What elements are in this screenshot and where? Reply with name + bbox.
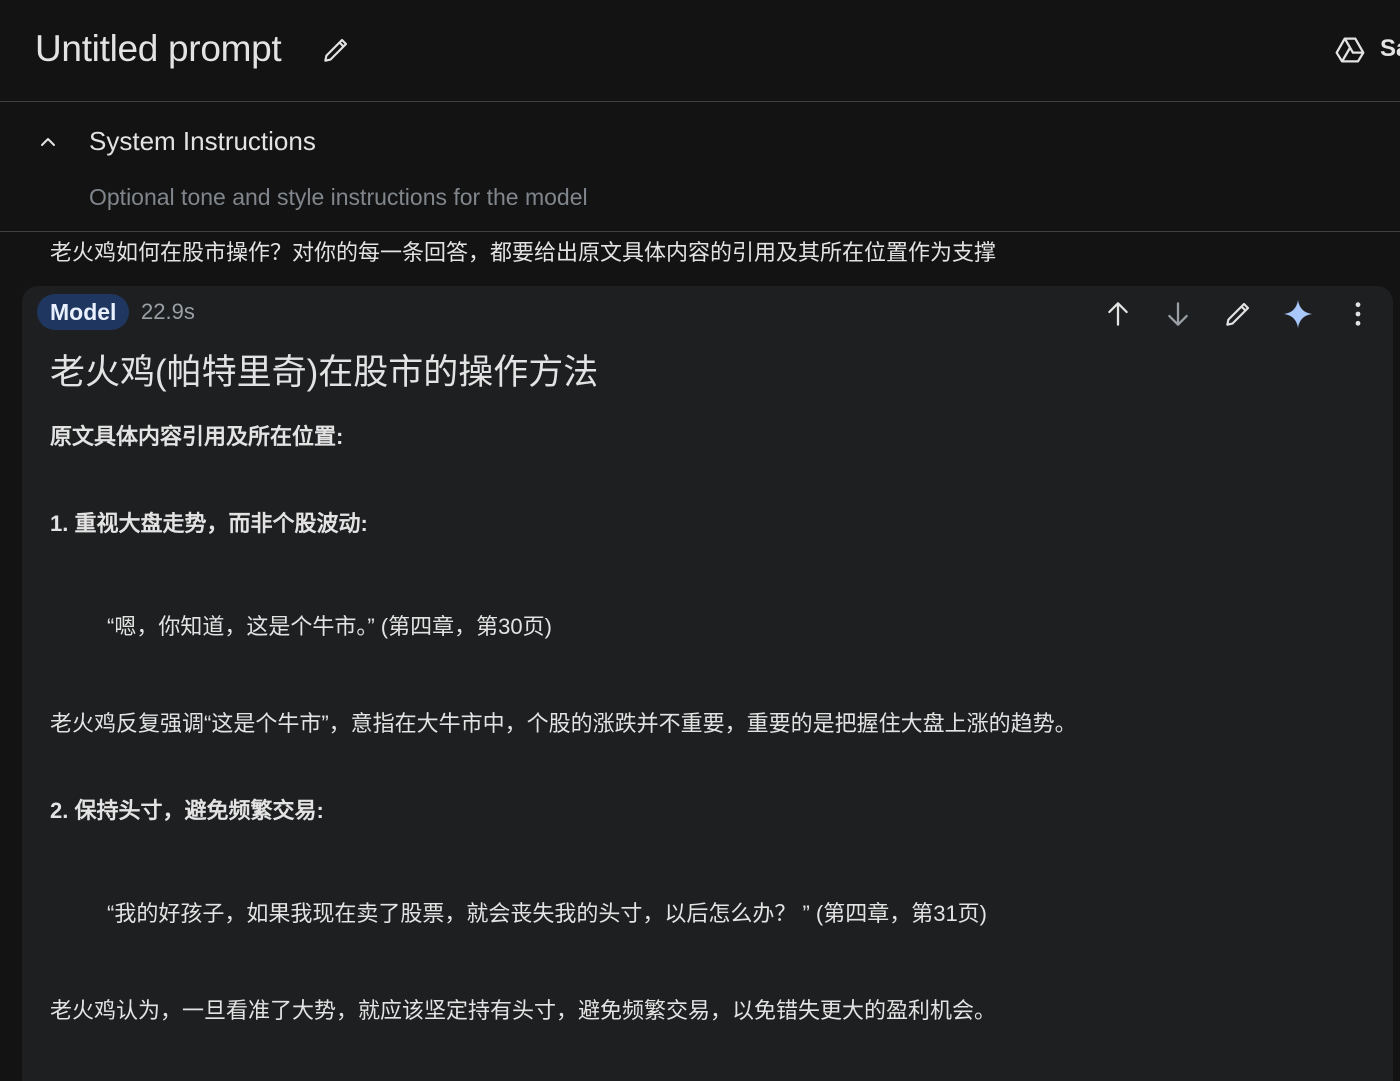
model-badge: Model bbox=[37, 294, 130, 330]
chevron-up-icon[interactable] bbox=[36, 130, 60, 154]
prompt-title[interactable]: Untitled prompt bbox=[35, 26, 282, 72]
pencil-icon[interactable] bbox=[320, 34, 352, 66]
prompt-header: Untitled prompt Sa bbox=[0, 0, 1400, 102]
response-heading: 老火鸡(帕特里奇)在股市的操作方法 bbox=[50, 353, 599, 392]
system-instructions-title[interactable]: System Instructions bbox=[89, 124, 316, 158]
model-response-card: Model 22.9s 老火鸡(帕特里奇)在股市的操作方法 原文具体内容引用及所… bbox=[22, 286, 1393, 1081]
more-vert-icon[interactable] bbox=[1342, 298, 1374, 330]
save-button-label[interactable]: Sa bbox=[1380, 34, 1400, 64]
intro-line: 原文具体内容引用及所在位置: bbox=[50, 424, 344, 449]
drive-icon[interactable] bbox=[1334, 34, 1366, 66]
point-2-quote: “我的好孩子，如果我现在卖了股票，就会丧失我的头寸，以后怎么办？ ” (第四章，… bbox=[107, 901, 988, 926]
response-time: 22.9s bbox=[141, 299, 195, 324]
point-1-explanation: 老火鸡反复强调“这是个牛市”，意指在大牛市中，个股的涨跌并不重要，重要的是把握住… bbox=[50, 711, 1077, 736]
user-message: 老火鸡如何在股市操作？对你的每一条回答，都要给出原文具体内容的引用及其所在位置作… bbox=[50, 240, 997, 265]
system-instructions-panel: System Instructions Optional tone and st… bbox=[0, 102, 1400, 232]
system-instructions-input[interactable]: Optional tone and style instructions for… bbox=[89, 182, 588, 212]
point-2-explanation: 老火鸡认为，一旦看准了大势，就应该坚定持有头寸，避免频繁交易，以免错失更大的盈利… bbox=[50, 998, 997, 1023]
sparkle-icon[interactable] bbox=[1282, 298, 1314, 330]
point-1-title: 1. 重视大盘走势，而非个股波动: bbox=[50, 511, 368, 536]
arrow-up-icon[interactable] bbox=[1102, 298, 1134, 330]
arrow-down-icon[interactable] bbox=[1162, 298, 1194, 330]
pencil-icon[interactable] bbox=[1222, 298, 1254, 330]
point-1-quote: “嗯，你知道，这是个牛市。” (第四章，第30页) bbox=[107, 614, 552, 639]
point-2-title: 2. 保持头寸，避免频繁交易: bbox=[50, 798, 324, 823]
